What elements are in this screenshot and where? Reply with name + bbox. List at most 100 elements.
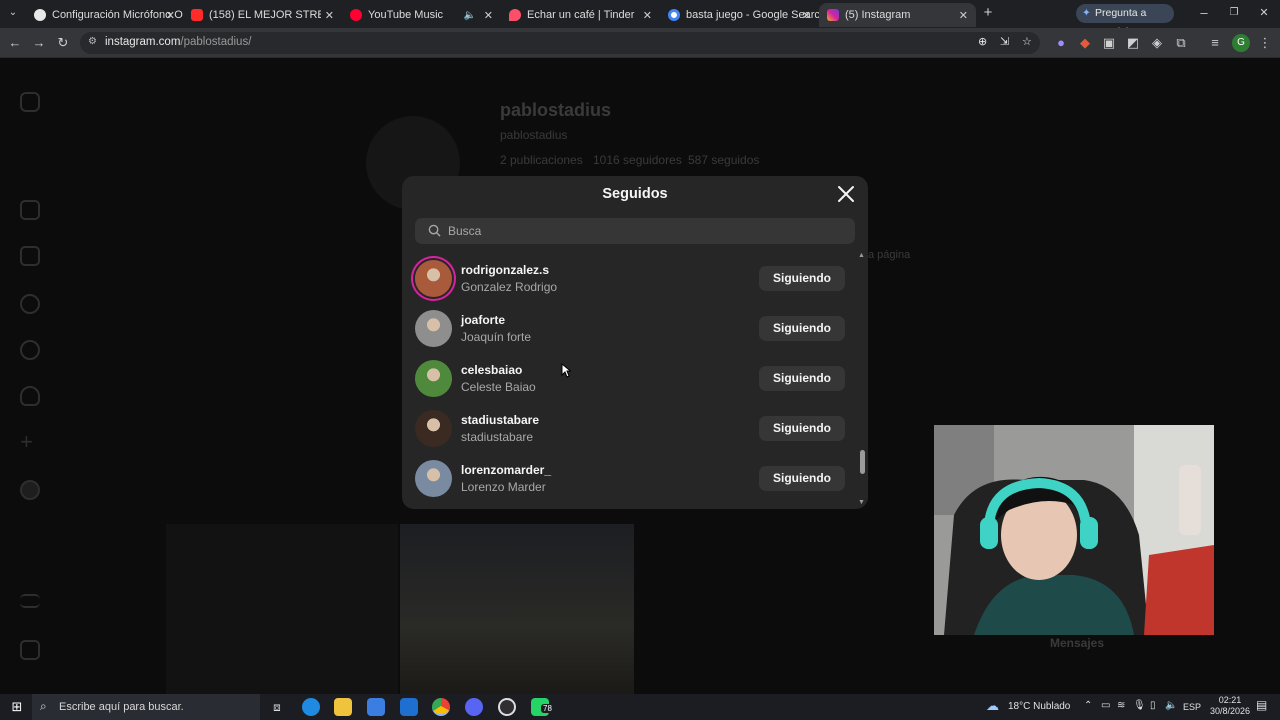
following-button[interactable]: Siguiendo <box>759 266 845 291</box>
following-button[interactable]: Siguiendo <box>759 466 845 491</box>
extension-icon[interactable]: ◈ <box>1148 34 1166 52</box>
taskbar-search[interactable]: ⌕ Escribe aquí para buscar. <box>32 694 260 720</box>
user-username[interactable]: joaforte <box>461 313 505 327</box>
avatar[interactable] <box>415 260 452 297</box>
following-button[interactable]: Siguiendo <box>759 316 845 341</box>
scroll-up-icon[interactable]: ▲ <box>858 252 865 259</box>
user-username[interactable]: celesbaiao <box>461 363 522 377</box>
avatar[interactable] <box>415 310 452 347</box>
list-item[interactable]: stadiustabare stadiustabare Siguiendo <box>402 405 857 455</box>
close-icon[interactable] <box>836 184 856 204</box>
windows-start-icon[interactable]: ⊞ <box>8 698 26 716</box>
user-username[interactable]: lorenzomarder_ <box>461 463 551 477</box>
tab-search-icon[interactable]: ⌄ <box>4 4 22 22</box>
scroll-down-icon[interactable]: ▼ <box>858 499 865 506</box>
clock[interactable]: 02:21 30/8/2026 <box>1210 695 1250 716</box>
following-button[interactable]: Siguiendo <box>759 366 845 391</box>
close-icon[interactable]: ✕ <box>802 9 811 22</box>
weather-text[interactable]: 18°C Nublado <box>1008 701 1070 712</box>
heart-icon[interactable] <box>20 386 40 406</box>
user-username[interactable]: stadiustabare <box>461 413 539 427</box>
search-input[interactable]: Busca <box>415 218 855 244</box>
new-tab-icon[interactable]: + <box>979 4 997 22</box>
following-button[interactable]: Siguiendo <box>759 416 845 441</box>
bookmark-star-icon[interactable]: ☆ <box>1022 35 1032 48</box>
followers-count[interactable]: 1016 seguidores <box>593 153 682 167</box>
avatar[interactable] <box>415 410 452 447</box>
following-modal: Seguidos Busca rodrigonzalez.s Gonzalez … <box>402 176 868 509</box>
extension-icon[interactable]: ▣ <box>1100 34 1118 52</box>
discord-icon[interactable] <box>465 698 483 716</box>
following-count[interactable]: 587 seguidos <box>688 153 759 167</box>
tab-instagram[interactable]: (5) Instagram ✕ <box>819 3 976 27</box>
scrollbar[interactable]: ▲ ▼ <box>858 252 866 506</box>
store-icon[interactable] <box>367 698 385 716</box>
search-icon[interactable] <box>20 340 40 360</box>
extensions-puzzle-icon[interactable]: ⧉ <box>1172 34 1190 52</box>
tab-youtube-stream[interactable]: (158) EL MEJOR STREAM BOLIC ✕ <box>183 3 342 27</box>
battery-icon[interactable]: ▯ <box>1150 700 1156 711</box>
user-username[interactable]: rodrigonzalez.s <box>461 263 549 277</box>
restore-icon[interactable]: ❐ <box>1225 4 1243 22</box>
menu-kebab-icon[interactable]: ⋮ <box>1256 34 1274 52</box>
edge-icon[interactable] <box>302 698 320 716</box>
address-bar[interactable]: ⚙ instagram.com/pablostadius/ ⊕ ⇲ ☆ <box>80 32 1040 54</box>
post-thumbnail[interactable] <box>166 524 398 694</box>
microphone-icon[interactable]: 🎙 <box>1133 700 1146 711</box>
window-close-icon[interactable]: ✕ <box>1255 4 1273 22</box>
extension-icon[interactable]: ◆ <box>1076 34 1094 52</box>
profile-avatar[interactable] <box>20 480 40 500</box>
close-icon[interactable]: ✕ <box>959 9 968 22</box>
list-item[interactable]: lorenzomarder_ Lorenzo Marder Siguiendo <box>402 455 857 505</box>
close-icon[interactable]: ✕ <box>643 9 652 22</box>
speaker-icon[interactable]: 🔈 <box>464 10 476 21</box>
obs-icon[interactable] <box>498 698 516 716</box>
home-icon[interactable] <box>20 200 40 220</box>
messenger-icon[interactable] <box>20 294 40 314</box>
back-icon[interactable]: ← <box>6 34 24 52</box>
file-explorer-icon[interactable] <box>334 698 352 716</box>
minimize-icon[interactable]: – <box>1195 4 1213 22</box>
extension-icon[interactable]: ● <box>1052 34 1070 52</box>
tab-youtube-music[interactable]: YouTube Music 🔈 ✕ <box>342 3 501 27</box>
whatsapp-icon[interactable]: 78 <box>531 698 554 716</box>
list-item[interactable]: rodrigonzalez.s Gonzalez Rodrigo Siguien… <box>402 255 857 305</box>
site-info-icon[interactable]: ⚙ <box>88 36 97 47</box>
avatar[interactable] <box>415 460 452 497</box>
tab-google[interactable]: basta juego - Google Search ✕ <box>660 3 819 27</box>
tray-chevron-icon[interactable]: ⌃ <box>1084 700 1092 711</box>
threads-icon[interactable] <box>20 640 40 660</box>
language-indicator[interactable]: ESP <box>1183 702 1201 712</box>
scrollbar-thumb[interactable] <box>860 450 865 475</box>
forward-icon[interactable]: → <box>30 34 48 52</box>
extension-icon[interactable]: ◩ <box>1124 34 1142 52</box>
gemini-button[interactable]: ✦ Pregunta a Gemini <box>1076 4 1174 38</box>
create-icon[interactable]: + <box>20 431 40 454</box>
install-icon[interactable]: ⇲ <box>1000 35 1009 48</box>
volume-icon[interactable]: 🔈 <box>1165 700 1177 711</box>
notifications-icon[interactable]: ▤ <box>1256 698 1267 712</box>
tab-obs[interactable]: Configuración Micrófono OBS ✕ <box>26 3 183 27</box>
network-icon[interactable]: ▭ <box>1101 700 1110 711</box>
close-icon[interactable]: ✕ <box>325 9 334 22</box>
task-view-icon[interactable]: ⧈ <box>268 698 286 716</box>
reload-icon[interactable]: ↻ <box>54 34 72 52</box>
more-menu-icon[interactable] <box>20 594 40 608</box>
post-thumbnail[interactable] <box>400 524 634 694</box>
avatar[interactable] <box>415 360 452 397</box>
profile-avatar-icon[interactable]: G <box>1232 34 1250 52</box>
list-item[interactable]: celesbaiao Celeste Baiao Siguiendo <box>402 355 857 405</box>
wifi-icon[interactable]: ≋ <box>1117 700 1125 711</box>
chrome-icon[interactable] <box>432 698 450 716</box>
media-icon[interactable]: ≡ <box>1206 34 1224 52</box>
tab-tinder[interactable]: Echar un café | Tinder ✕ <box>501 3 660 27</box>
list-item[interactable]: joaforte Joaquín forte Siguiendo <box>402 305 857 355</box>
close-icon[interactable]: ✕ <box>484 9 493 22</box>
mail-icon[interactable] <box>400 698 418 716</box>
weather-icon[interactable]: ☁ <box>986 698 999 714</box>
instagram-logo-icon[interactable] <box>20 92 40 112</box>
reels-icon[interactable] <box>20 246 40 266</box>
messages-label[interactable]: Mensajes <box>1050 636 1104 650</box>
close-icon[interactable]: ✕ <box>166 9 175 22</box>
zoom-icon[interactable]: ⊕ <box>978 35 987 48</box>
